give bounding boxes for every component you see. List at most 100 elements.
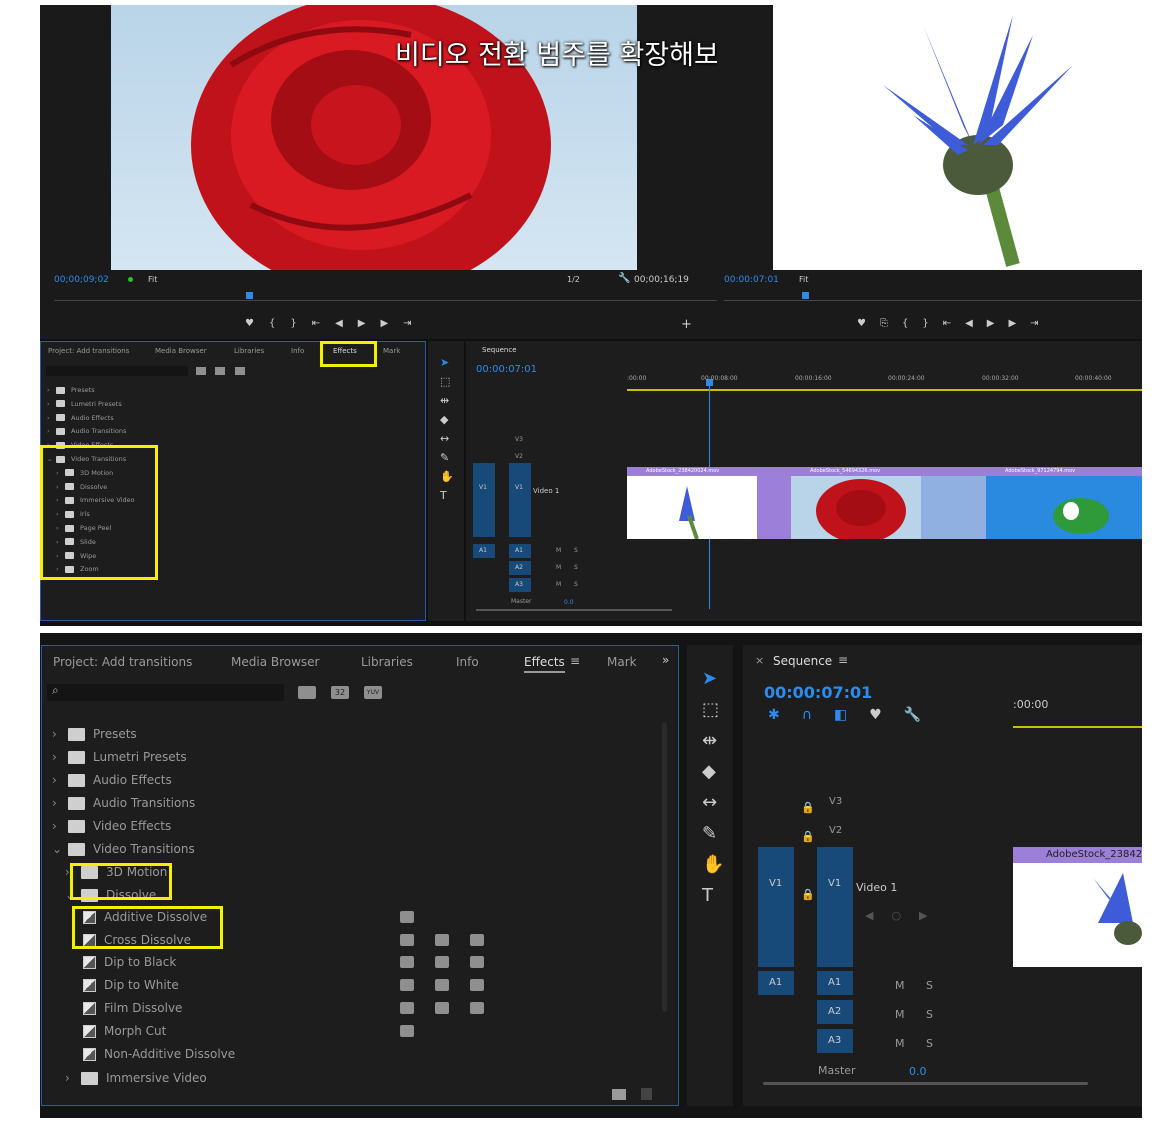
trash-icon[interactable] (641, 1088, 652, 1100)
v1-source-patch[interactable] (473, 463, 495, 537)
a2-mute-button[interactable]: M (556, 564, 561, 571)
tab-markers[interactable]: Mark (383, 347, 400, 355)
timeline-horizontal-scrollbar[interactable] (476, 609, 672, 611)
razor-tool-icon[interactable]: ◆ (440, 410, 464, 429)
track-select-tool-icon[interactable]: ⬚ (440, 372, 464, 391)
v1-source-patch[interactable] (758, 847, 794, 967)
program-timecode[interactable]: 00;00;09;02 (54, 275, 109, 285)
clip-cornflower[interactable] (627, 467, 757, 539)
tab-project[interactable]: Project: Add transitions (48, 347, 129, 355)
effects-tree-item[interactable]: ⌄ Video Transitions (52, 839, 195, 859)
program-playhead[interactable] (246, 292, 253, 299)
a2-solo-button[interactable]: S (574, 564, 578, 571)
chevron-right-icon[interactable]: › (52, 796, 68, 810)
tab-media-browser[interactable]: Media Browser (231, 655, 319, 669)
add-button-icon[interactable]: + (681, 317, 692, 332)
ripple-edit-tool-icon[interactable]: ⇹ (702, 725, 733, 756)
selection-tool-icon[interactable]: ➤ (702, 663, 733, 694)
a3-solo-button[interactable]: S (574, 581, 578, 588)
hand-tool-icon[interactable]: ✋ (702, 849, 733, 880)
hand-tool-icon[interactable]: ✋ (440, 467, 464, 486)
effects-tree-item[interactable]: Non-Additive Dissolve (83, 1044, 235, 1064)
timeline-ruler[interactable] (1013, 715, 1142, 728)
effects-tree-item[interactable]: › Audio Transitions (52, 793, 195, 813)
effects-tree-item[interactable]: Dip to White (83, 975, 179, 995)
wrench-icon[interactable]: 🔧 (618, 273, 630, 284)
effects-tree-item[interactable]: › Video Effects (52, 816, 171, 836)
tab-effects[interactable]: Effects (524, 655, 565, 673)
effects-tree-item[interactable]: › Immersive Video (65, 1068, 207, 1088)
effects-tree-item[interactable]: › Audio Transitions (47, 426, 126, 436)
chevron-right-icon[interactable]: › (47, 414, 56, 422)
effects-tree-item[interactable]: Film Dissolve (83, 998, 182, 1018)
a2-mute-button[interactable]: M (895, 1008, 905, 1021)
source-scrub-bar[interactable] (724, 292, 1142, 301)
tab-project[interactable]: Project: Add transitions (53, 655, 192, 669)
selection-tool-icon[interactable]: ➤ (440, 353, 464, 372)
a1-solo-button[interactable]: S (926, 979, 933, 992)
search-input[interactable] (47, 684, 284, 701)
a3-mute-button[interactable]: M (895, 1037, 905, 1050)
program-scrub-bar[interactable] (54, 292, 754, 301)
clip-rose[interactable] (791, 467, 986, 539)
slip-tool-icon[interactable]: ↔ (702, 787, 733, 818)
sequence-menu-icon[interactable]: ≡ (838, 653, 848, 667)
search-input[interactable] (46, 366, 188, 376)
accelerated-effects-icon[interactable] (196, 367, 206, 375)
effects-tree-item[interactable]: › Presets (52, 724, 137, 744)
v1-track-target[interactable] (509, 463, 531, 537)
a1-solo-button[interactable]: S (574, 547, 578, 554)
yuv-effects-icon[interactable] (235, 367, 245, 375)
chevron-right-icon[interactable]: › (47, 427, 56, 435)
chevron-right-icon[interactable]: › (65, 1071, 81, 1085)
sequence-timecode[interactable]: 00:00:07:01 (476, 364, 537, 375)
effects-tree-item[interactable]: Dip to Black (83, 952, 176, 972)
pen-tool-icon[interactable]: ✎ (440, 448, 464, 467)
chevron-right-icon[interactable]: › (47, 400, 56, 408)
program-fit-select[interactable]: Fit (148, 275, 157, 284)
v1-track-target[interactable] (817, 847, 853, 967)
tab-media-browser[interactable]: Media Browser (155, 347, 207, 355)
master-value[interactable]: 0.0 (909, 1065, 927, 1078)
chevron-down-icon[interactable]: ⌄ (52, 842, 68, 856)
chevron-right-icon[interactable]: › (52, 773, 68, 787)
32bit-effects-icon[interactable] (215, 367, 225, 375)
effects-tree-item[interactable]: › Lumetri Presets (47, 399, 122, 409)
tab-info[interactable]: Info (291, 347, 304, 355)
effects-tree-item[interactable]: › Audio Effects (47, 413, 114, 423)
source-timecode[interactable]: 00:00:07:01 (724, 275, 779, 285)
program-resolution-select[interactable]: 1/2 (567, 275, 580, 284)
type-tool-icon[interactable]: T (702, 880, 733, 911)
32bit-effects-icon[interactable]: 32 (331, 686, 349, 699)
sequence-tab[interactable]: Sequence (773, 654, 832, 668)
a1-mute-button[interactable]: M (556, 547, 561, 554)
track-select-tool-icon[interactable]: ⬚ (702, 694, 733, 725)
type-tool-icon[interactable]: T (440, 486, 464, 505)
a1-mute-button[interactable]: M (895, 979, 905, 992)
tab-libraries[interactable]: Libraries (361, 655, 413, 669)
effects-vertical-scrollbar[interactable] (662, 722, 667, 1012)
chevron-right-icon[interactable]: › (52, 819, 68, 833)
chevron-right-icon[interactable]: › (52, 750, 68, 764)
a2-solo-button[interactable]: S (926, 1008, 933, 1021)
effects-tree-item[interactable]: Morph Cut (83, 1021, 166, 1041)
more-tabs-icon[interactable]: » (662, 653, 669, 667)
clip-purple-gap[interactable] (757, 467, 791, 539)
effects-tree-item[interactable]: › Audio Effects (52, 770, 172, 790)
ripple-edit-tool-icon[interactable]: ⇹ (440, 391, 464, 410)
razor-tool-icon[interactable]: ◆ (702, 756, 733, 787)
clip-green-leaf[interactable] (986, 467, 1142, 539)
new-bin-icon[interactable] (612, 1089, 626, 1100)
chevron-right-icon[interactable]: › (52, 727, 68, 741)
slip-tool-icon[interactable]: ↔ (440, 429, 464, 448)
source-fit-select[interactable]: Fit (799, 275, 808, 284)
source-playhead[interactable] (802, 292, 809, 299)
sequence-tab[interactable]: Sequence (482, 346, 517, 354)
effects-panel-menu-icon[interactable]: ≡ (570, 654, 580, 668)
timeline-horizontal-scrollbar[interactable] (763, 1082, 1088, 1085)
a3-mute-button[interactable]: M (556, 581, 561, 588)
accelerated-effects-icon[interactable] (298, 686, 316, 699)
master-value[interactable]: 0.0 (564, 599, 574, 606)
effects-tree-item[interactable]: › Presets (47, 385, 95, 395)
effects-tree-item[interactable]: › Lumetri Presets (52, 747, 187, 767)
